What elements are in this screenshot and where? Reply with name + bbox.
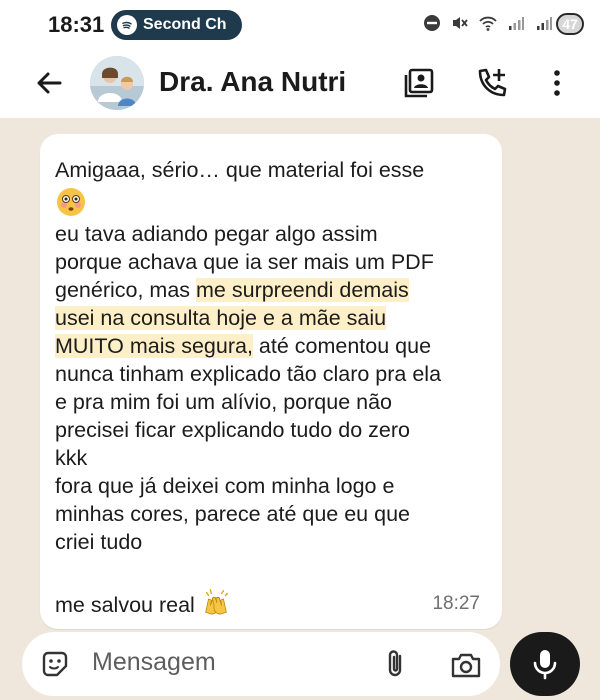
- message-line: criei tudo: [55, 530, 143, 554]
- do-not-disturb-icon: [424, 15, 440, 31]
- message-line: e pra mim foi um alívio, porque não: [55, 390, 392, 414]
- status-time: 18:31: [48, 12, 105, 37]
- message-text: até comentou que: [252, 334, 432, 358]
- back-arrow-icon[interactable]: [34, 68, 64, 98]
- message-line: nunca tinham explicado tão claro pra ela: [55, 362, 442, 386]
- message-line: me salvou real: [55, 584, 486, 619]
- highlighted-text: usei na consulta hoje e a mãe saiu: [55, 306, 387, 330]
- wifi-icon: [479, 16, 497, 31]
- system-icons: [422, 13, 554, 33]
- message-line: usei na consulta hoje e a mãe saiu: [55, 304, 486, 332]
- highlighted-text: MUITO mais segura,: [55, 334, 253, 358]
- message-line: genérico, mas me surpreendi demais: [55, 276, 486, 304]
- message-input-bar: Mensagem: [22, 632, 500, 696]
- message-line: eu tava adiando pegar algo assim: [55, 222, 378, 246]
- microphone-icon: [533, 650, 557, 680]
- message-bubble[interactable]: Amigaaa, sério… que material foi esse eu…: [40, 134, 502, 629]
- message-input[interactable]: Mensagem: [92, 648, 216, 677]
- spotify-icon: [117, 15, 137, 35]
- message-line: precisei ficar explicando tudo do zero: [55, 418, 410, 442]
- contact-name[interactable]: Dra. Ana Nutri: [159, 66, 346, 98]
- attachment-clip-icon[interactable]: [380, 648, 410, 680]
- message-text: me salvou real: [55, 593, 195, 617]
- flushed-face-emoji-icon: [57, 188, 85, 216]
- more-options-icon[interactable]: [540, 66, 574, 100]
- chat-header: Dra. Ana Nutri: [0, 50, 600, 118]
- raising-hands-emoji-icon: [205, 589, 228, 615]
- camera-icon[interactable]: [450, 650, 482, 680]
- voice-message-button[interactable]: [510, 632, 580, 696]
- signal-icon-2: [537, 17, 552, 30]
- contact-card-icon[interactable]: [402, 66, 436, 100]
- media-app-label: Second Ch: [143, 16, 227, 33]
- message-text: genérico, mas: [55, 278, 197, 302]
- message-line: minhas cores, parece até que eu que: [55, 502, 410, 526]
- message-line: porque achava que ia ser mais um PDF: [55, 250, 434, 274]
- signal-icon: [509, 17, 524, 30]
- battery-indicator: 47: [556, 13, 584, 35]
- message-line: fora que já deixei com minha logo e: [55, 474, 395, 498]
- message-line: kkk: [55, 446, 88, 470]
- add-call-icon[interactable]: [474, 66, 508, 100]
- chat-area[interactable]: Amigaaa, sério… que material foi esse eu…: [0, 118, 600, 630]
- message-line: Amigaaa, sério… que material foi esse: [55, 158, 425, 182]
- highlighted-text: me surpreendi demais: [196, 278, 409, 302]
- message-line: MUITO mais segura, até comentou que: [55, 332, 486, 360]
- status-bar: 18:31 Second Ch 47: [0, 0, 600, 50]
- mute-icon: [453, 17, 468, 29]
- message-timestamp: 18:27: [432, 593, 480, 614]
- contact-avatar[interactable]: [90, 56, 144, 110]
- sticker-emoji-icon[interactable]: [40, 649, 70, 679]
- media-playback-chip[interactable]: Second Ch: [111, 10, 242, 40]
